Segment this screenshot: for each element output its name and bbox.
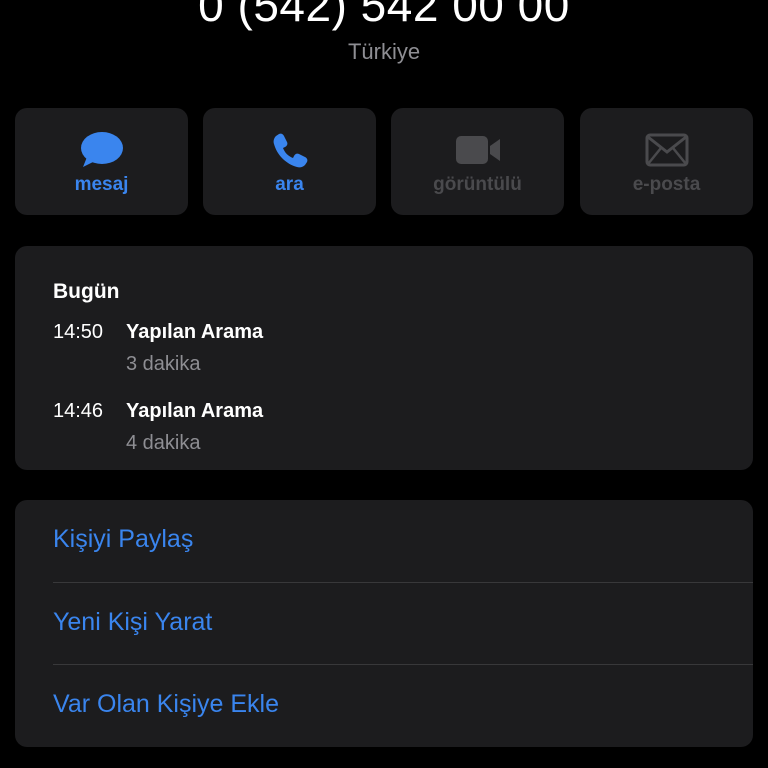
envelope-icon	[580, 128, 753, 172]
call-time: 14:46	[53, 400, 104, 422]
message-button[interactable]: mesaj	[15, 108, 188, 215]
message-bubble-icon	[15, 128, 188, 172]
add-to-existing-contact-label: Var Olan Kişiye Ekle	[53, 690, 280, 718]
call-time: 14:50	[53, 321, 104, 343]
call-log-row: 14:50 Yapılan Arama 3 dakika	[53, 321, 733, 391]
call-button-label: ara	[275, 174, 304, 195]
country-label: Türkiye	[347, 39, 421, 64]
video-camera-icon	[391, 128, 564, 172]
call-type: Yapılan Arama	[126, 321, 264, 343]
create-contact-label: Yeni Kişi Yarat	[53, 608, 213, 636]
phone-number: 0 (542) 542 00 00	[198, 0, 570, 31]
phone-icon	[203, 128, 376, 172]
message-button-label: mesaj	[74, 174, 129, 195]
call-duration: 4 dakika	[126, 432, 201, 454]
create-contact-option[interactable]: Yeni Kişi Yarat	[15, 583, 753, 665]
share-contact-label: Kişiyi Paylaş	[53, 525, 194, 553]
email-button[interactable]: e-posta	[580, 108, 753, 215]
recents-day-label: Bugün	[53, 280, 120, 303]
add-to-existing-contact-option[interactable]: Var Olan Kişiye Ekle	[15, 665, 753, 747]
call-button[interactable]: ara	[203, 108, 376, 215]
contact-options-card: Kişiyi Paylaş Yeni Kişi Yarat Var Olan K…	[15, 500, 753, 747]
call-duration: 3 dakika	[126, 353, 201, 375]
call-log-row: 14:46 Yapılan Arama 4 dakika	[53, 400, 733, 470]
video-button-label: görüntülü	[433, 174, 522, 195]
video-button[interactable]: görüntülü	[391, 108, 564, 215]
email-button-label: e-posta	[632, 174, 701, 195]
recent-calls-card: Bugün 14:50 Yapılan Arama 3 dakika 14:46…	[15, 246, 753, 470]
share-contact-option[interactable]: Kişiyi Paylaş	[15, 500, 753, 582]
call-type: Yapılan Arama	[126, 400, 264, 422]
